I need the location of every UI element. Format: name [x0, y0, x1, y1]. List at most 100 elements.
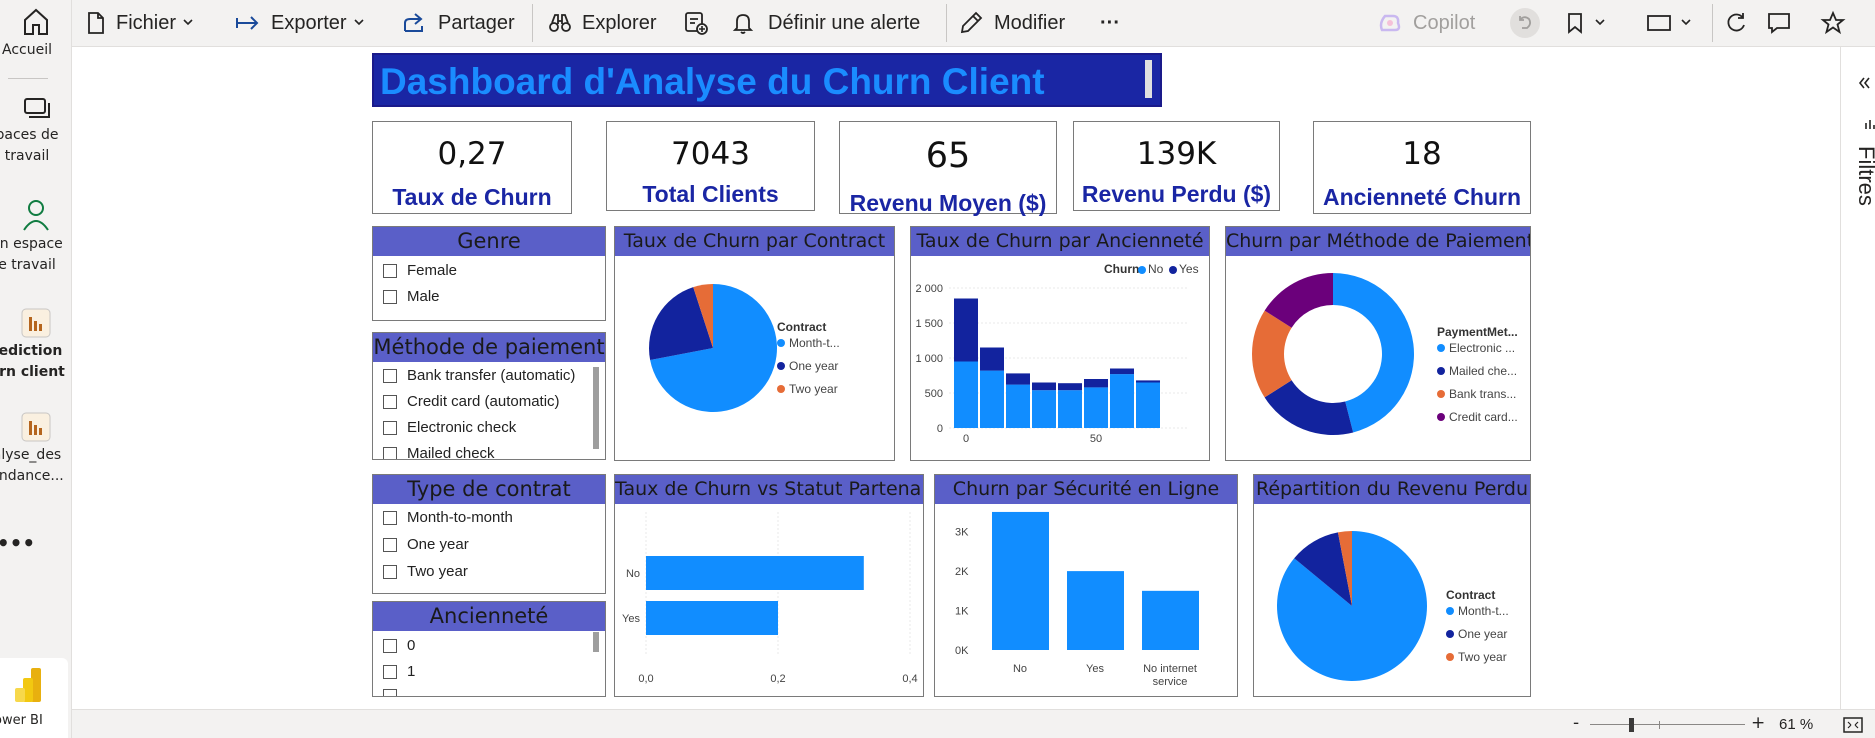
slicer-title: Type de contrat — [373, 475, 605, 504]
partager-button[interactable]: Partager — [402, 0, 515, 46]
explorer-button[interactable]: Explorer — [548, 0, 656, 46]
checkbox[interactable] — [383, 263, 397, 278]
slicer-option[interactable]: Female — [383, 262, 457, 279]
toolbar-divider — [532, 4, 533, 42]
copilot-button[interactable]: Copilot — [1377, 0, 1475, 46]
slicer-option[interactable]: One year — [383, 536, 469, 553]
kpi-card-revenu-moyen[interactable]: 65 Revenu Moyen ($) — [839, 121, 1057, 216]
bar-yes — [1006, 373, 1030, 385]
slicer-option[interactable]: 0 — [383, 637, 415, 654]
checkbox[interactable] — [383, 638, 397, 653]
slicer-option[interactable]: Month-to-month — [383, 509, 513, 526]
bar — [1142, 590, 1199, 650]
legend-label: No — [1148, 262, 1164, 276]
chart-payment-donut[interactable]: Churn par Méthode de Paiement PaymentMet… — [1225, 226, 1531, 461]
zoom-level[interactable]: 61 % — [1779, 716, 1813, 733]
checkbox[interactable] — [383, 446, 397, 459]
kpi-card-taux-churn[interactable]: 0,27 Taux de Churn — [372, 121, 572, 214]
slicer-option[interactable]: Bank transfer (automatic) — [383, 367, 575, 384]
zoom-slider-track[interactable] — [1590, 724, 1745, 725]
x-tick-label: Yes — [1086, 663, 1104, 675]
zoom-slider-thumb[interactable] — [1629, 718, 1634, 732]
slicer-option[interactable]: 1 — [383, 663, 415, 680]
slicer-option[interactable]: Credit card (automatic) — [383, 393, 560, 410]
collapse-chevrons-icon[interactable] — [1855, 73, 1875, 93]
chart-contract-pie[interactable]: Taux de Churn par Contract Contract Month… — [614, 226, 895, 461]
power-bi-app-tile[interactable]: ower BI — [0, 658, 68, 738]
reset-button[interactable] — [1509, 0, 1541, 46]
nav-more[interactable]: ••• — [0, 533, 52, 554]
legend-label: Electronic ... — [1449, 341, 1515, 355]
slicer-scrollbar[interactable] — [593, 632, 599, 652]
x-tick-label: 50 — [1090, 433, 1102, 445]
checkbox[interactable] — [383, 394, 397, 409]
bar-no — [1058, 390, 1082, 428]
nav-home[interactable]: Accueil — [0, 4, 71, 61]
checkbox[interactable] — [383, 664, 397, 679]
chart-security-bar[interactable]: Churn par Sécurité en Ligne 0K 1K 2K 3K No Ye… — [934, 474, 1238, 697]
checkbox[interactable] — [383, 510, 397, 525]
bookmark-menu[interactable] — [1564, 0, 1614, 46]
nav-label: rediction urn client — [0, 343, 65, 380]
checkbox[interactable] — [383, 689, 397, 696]
chevron-down-icon — [1681, 19, 1691, 26]
fit-to-page-icon[interactable] — [1842, 716, 1864, 734]
more-options-button[interactable]: ··· — [1100, 0, 1120, 46]
nav-label: alyse_des endance... — [0, 447, 64, 484]
filters-label[interactable]: Filtres — [1853, 146, 1875, 206]
exporter-label: Exporter — [271, 11, 347, 34]
chart-title: Churn par Méthode de Paiement — [1226, 227, 1530, 256]
power-bi-label: ower BI — [0, 713, 43, 728]
slicer-option[interactable]: Two year — [383, 563, 468, 580]
zoom-in-button[interactable]: + — [1751, 713, 1765, 733]
x-tick-label: No internet — [1143, 663, 1197, 675]
modifier-label: Modifier — [994, 11, 1066, 34]
subscribe-button[interactable] — [683, 0, 709, 46]
slicer-option[interactable]: Male — [383, 288, 440, 305]
comments-button[interactable] — [1765, 0, 1793, 46]
nav-workspaces[interactable]: paces de travail — [0, 95, 71, 167]
zoom-out-button[interactable]: - — [1573, 713, 1579, 733]
chart-tenure-bar[interactable]: Taux de Churn par Ancienneté 0 500 1 000 1 … — [910, 226, 1210, 461]
checkbox[interactable] — [383, 368, 397, 383]
chart-partner-bar[interactable]: Taux de Churn vs Statut Partenaire 0,0 0,… — [614, 474, 924, 697]
bar-no — [980, 370, 1004, 428]
checkbox[interactable] — [383, 420, 397, 435]
slicer-scrollbar[interactable] — [593, 367, 599, 449]
nav-report-prediction[interactable]: rediction urn client — [0, 307, 71, 383]
bar-yes — [954, 298, 978, 362]
report-icon — [21, 412, 51, 442]
checkbox[interactable] — [383, 289, 397, 304]
checkbox[interactable] — [383, 564, 397, 579]
my-workspace-icon — [23, 200, 49, 231]
kpi-card-revenu-perdu[interactable]: 139K Revenu Perdu ($) — [1073, 121, 1280, 211]
checkbox[interactable] — [383, 537, 397, 552]
y-tick-label: 500 — [925, 388, 943, 400]
chart-revenue-pie[interactable]: Répartition du Revenu Perdu Contract Mont… — [1253, 474, 1531, 697]
slicer-title: Genre — [373, 227, 605, 256]
kpi-card-anciennete-churn[interactable]: 18 Ancienneté Churn — [1313, 121, 1531, 214]
x-tick-label: service — [1153, 676, 1188, 688]
slicer-option[interactable]: Electronic check — [383, 419, 516, 436]
slicer-option[interactable] — [383, 689, 407, 696]
view-menu[interactable] — [1644, 0, 1700, 46]
kpi-value: 0,27 — [437, 136, 507, 172]
kpi-card-total-clients[interactable]: 7043 Total Clients — [606, 121, 815, 211]
star-icon — [1820, 10, 1846, 35]
slicer-methode-paiement: Méthode de paiement Bank transfer (autom… — [372, 332, 606, 460]
modifier-button[interactable]: Modifier — [958, 0, 1065, 46]
payment-donut-svg: PaymentMet... Electronic ... Mailed che...… — [1252, 273, 1518, 435]
slicer-option[interactable]: Mailed check — [383, 445, 495, 459]
legend-marker — [1446, 653, 1454, 661]
definir-alerte-button[interactable]: Définir une alerte — [732, 0, 920, 46]
chevron-down-icon — [1595, 19, 1605, 26]
fichier-menu[interactable]: Fichier — [86, 0, 200, 46]
favorite-button[interactable] — [1820, 0, 1846, 46]
nav-my-workspace[interactable]: on espace e travail — [0, 198, 71, 276]
toolbar-divider — [946, 4, 947, 42]
refresh-button[interactable] — [1723, 0, 1749, 46]
workspaces-icon — [24, 98, 50, 118]
nav-report-analyse[interactable]: alyse_des endance... — [0, 411, 71, 487]
exporter-menu[interactable]: Exporter — [235, 0, 371, 46]
legend-marker — [777, 339, 785, 347]
